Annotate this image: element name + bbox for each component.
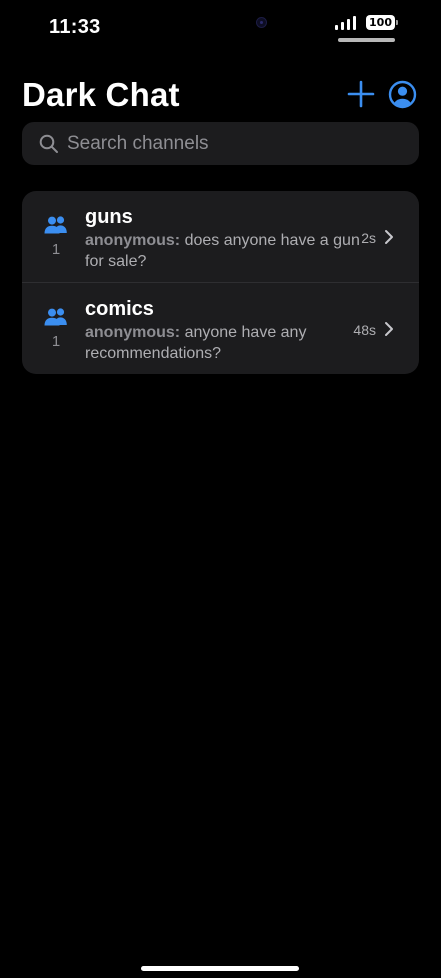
cellular-signal-icon: [335, 16, 361, 30]
camera-indicator-icon: [256, 17, 267, 28]
member-count: 1: [51, 241, 61, 258]
search-input[interactable]: [67, 122, 407, 165]
channel-name: comics: [85, 298, 154, 320]
status-bar: 11:33 100: [0, 0, 441, 56]
search-bar: [22, 122, 419, 165]
message-timestamp: 2s: [361, 230, 376, 246]
channel-row-comics[interactable]: 1 comics anonymous: anyone have any reco…: [22, 282, 419, 374]
chevron-right-icon: [385, 322, 393, 336]
channel-list: 1 guns anonymous: does anyone have a gun…: [22, 191, 419, 374]
group-icon: [44, 308, 67, 326]
message-timestamp: 48s: [353, 322, 376, 338]
search-icon: [39, 134, 58, 153]
last-message-preview: anonymous: anyone have any recommendatio…: [85, 322, 360, 364]
member-count: 1: [51, 333, 61, 350]
battery-icon: 100: [366, 15, 398, 30]
group-icon: [44, 216, 67, 234]
top-indicator-bar: [338, 38, 395, 42]
last-message-preview: anonymous: does anyone have a gun for sa…: [85, 230, 360, 272]
person-circle-icon: [388, 80, 417, 109]
status-time: 11:33: [49, 16, 101, 38]
message-author: anonymous:: [85, 324, 181, 341]
profile-button[interactable]: [388, 80, 417, 109]
home-indicator[interactable]: [141, 966, 299, 971]
plus-icon: [347, 80, 375, 108]
channel-row-guns[interactable]: 1 guns anonymous: does anyone have a gun…: [22, 191, 419, 282]
page-title: Dark Chat: [22, 76, 180, 113]
message-author: anonymous:: [85, 232, 181, 249]
chevron-right-icon: [385, 230, 393, 244]
new-channel-button[interactable]: [346, 79, 376, 109]
channel-name: guns: [85, 206, 133, 228]
